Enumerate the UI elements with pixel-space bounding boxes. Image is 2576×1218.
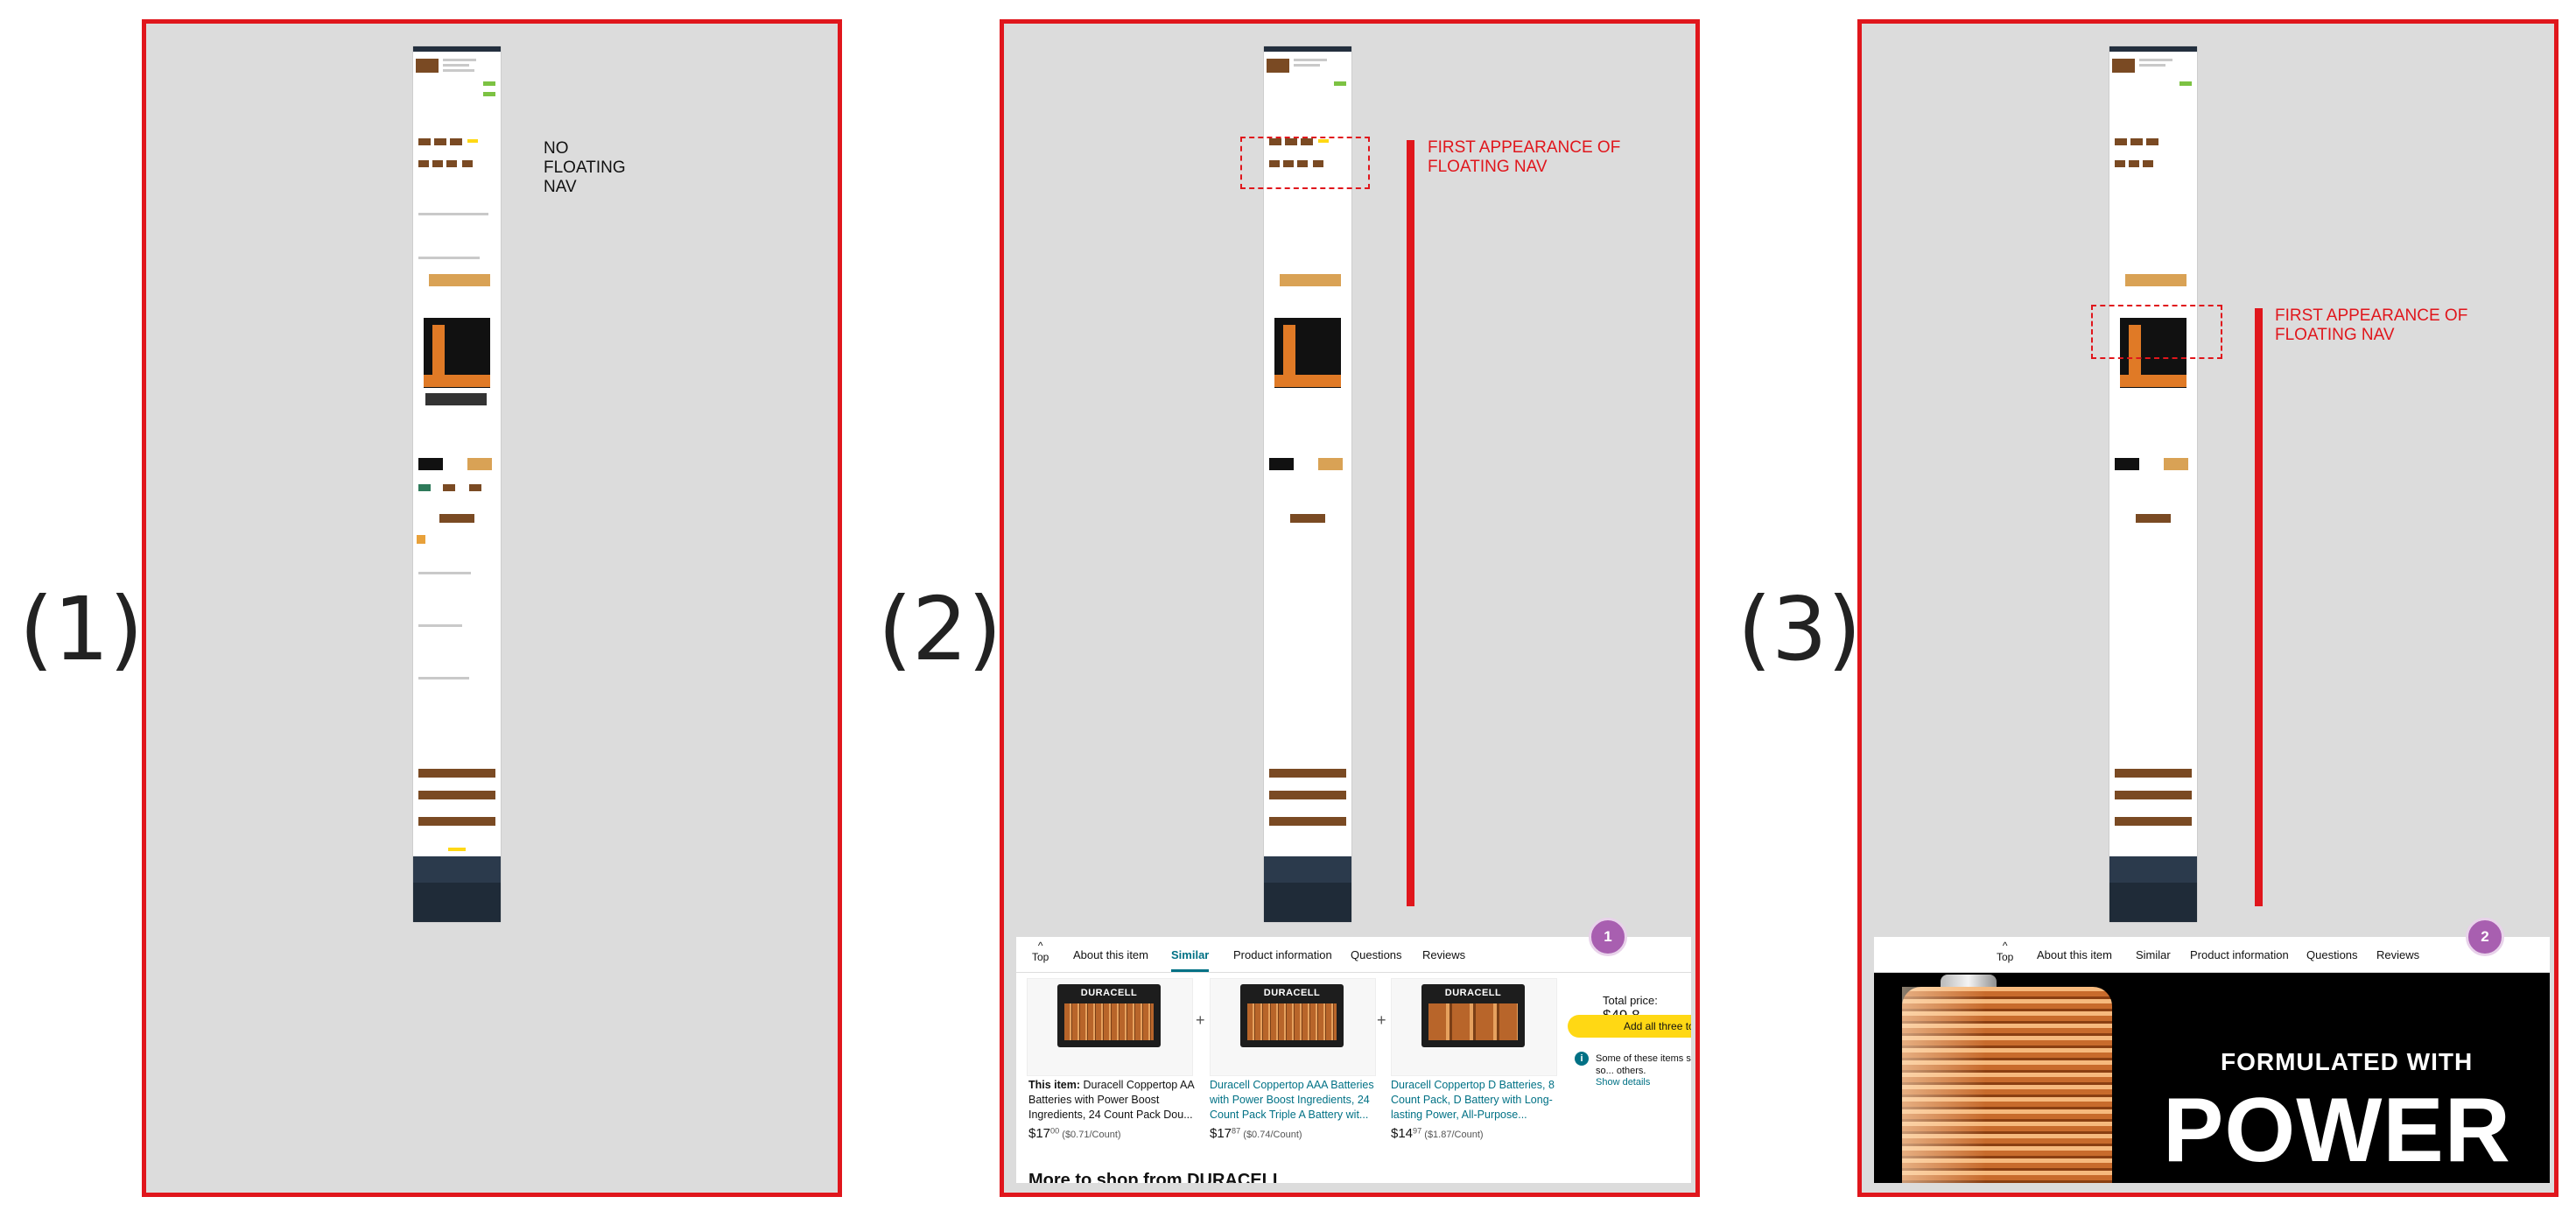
show-details-link[interactable]: Show details xyxy=(1596,1077,1650,1088)
shipping-note: Some of these items ship so... others. xyxy=(1596,1053,1691,1076)
no-floating-nav-note: NO FLOATING NAV xyxy=(544,139,626,196)
plus-icon: + xyxy=(1377,1011,1386,1029)
panel-frame-3: FIRST APPEARANCE OF FLOATING NAV ^ Top A… xyxy=(1857,19,2558,1197)
tab-similar[interactable]: Similar xyxy=(2136,948,2171,961)
tab-questions[interactable]: Questions xyxy=(1351,948,1402,961)
first-appearance-note: FIRST APPEARANCE OF FLOATING NAV xyxy=(1428,138,1621,176)
top-link[interactable]: ^ Top xyxy=(1997,940,2013,963)
panel-frame-2: FIRST APPEARANCE OF FLOATING NAV ^ Top A… xyxy=(1000,19,1700,1197)
item-title-link[interactable]: Duracell Coppertop D Batteries, 8 Count … xyxy=(1391,1078,1562,1123)
product-card[interactable]: DURACELL xyxy=(1210,978,1376,1076)
similar-items-section: DURACELL + DURACELL + DURACELL This item… xyxy=(1016,973,1691,1183)
tab-product-information[interactable]: Product information xyxy=(2190,948,2289,961)
battery-pack-image: DURACELL xyxy=(1057,984,1161,1047)
tab-reviews[interactable]: Reviews xyxy=(1422,948,1465,961)
tab-reviews[interactable]: Reviews xyxy=(2376,948,2419,961)
banner-power-text: POWER xyxy=(2163,1080,2511,1181)
plus-icon: + xyxy=(1196,1011,1205,1029)
floating-nav-range-line xyxy=(1407,140,1414,906)
product-card[interactable]: DURACELL xyxy=(1027,978,1193,1076)
item-price: $1787 ($0.74/Count) xyxy=(1210,1126,1302,1141)
panel-number-1: (1) xyxy=(19,578,144,680)
battery-pack-image: DURACELL xyxy=(1421,984,1525,1047)
tab-similar[interactable]: Similar xyxy=(1171,948,1210,972)
floating-nav-highlight-box xyxy=(2091,305,2222,359)
tab-about-this-item[interactable]: About this item xyxy=(1073,948,1148,961)
step-badge-2: 2 xyxy=(2466,918,2504,956)
product-hero-banner: FORMULATED WITH POWER xyxy=(1874,973,2550,1183)
floating-nav-highlight-box xyxy=(1240,137,1370,189)
item-price: $1700 ($0.71/Count) xyxy=(1028,1126,1121,1141)
page-thumbnail-1 xyxy=(413,46,501,922)
battery-pack-image: DURACELL xyxy=(1240,984,1344,1047)
add-all-to-cart-button[interactable]: Add all three to Ca xyxy=(1568,1015,1691,1038)
panel-frame-1: NO FLOATING NAV xyxy=(142,19,842,1197)
item-price: $1497 ($1.87/Count) xyxy=(1391,1126,1484,1141)
floating-nav-bar: ^ Top About this item Similar Product in… xyxy=(1874,937,2550,973)
item-title-link[interactable]: Duracell Coppertop AAA Batteries with Po… xyxy=(1210,1078,1381,1123)
item-title: This item: Duracell Coppertop AA Batteri… xyxy=(1028,1079,1194,1121)
floating-nav-range-line xyxy=(2255,308,2263,906)
info-icon: i xyxy=(1575,1052,1589,1066)
battery-image xyxy=(1902,987,2112,1183)
tab-about-this-item[interactable]: About this item xyxy=(2037,948,2112,961)
banner-headline: FORMULATED WITH xyxy=(2221,1048,2474,1075)
first-appearance-note: FIRST APPEARANCE OF FLOATING NAV xyxy=(2275,306,2468,344)
top-link[interactable]: ^ Top xyxy=(1032,940,1049,963)
tab-product-information[interactable]: Product information xyxy=(1233,948,1332,961)
product-card[interactable]: DURACELL xyxy=(1391,978,1557,1076)
tab-questions[interactable]: Questions xyxy=(2306,948,2358,961)
panel-number-2: (2) xyxy=(878,578,1002,680)
step-badge-1: 1 xyxy=(1589,918,1627,956)
panel-number-3: (3) xyxy=(1737,578,1862,680)
more-to-shop-heading: More to shop from DURACELL xyxy=(1028,1171,1284,1183)
page-thumbnail-3 xyxy=(2109,46,2197,922)
